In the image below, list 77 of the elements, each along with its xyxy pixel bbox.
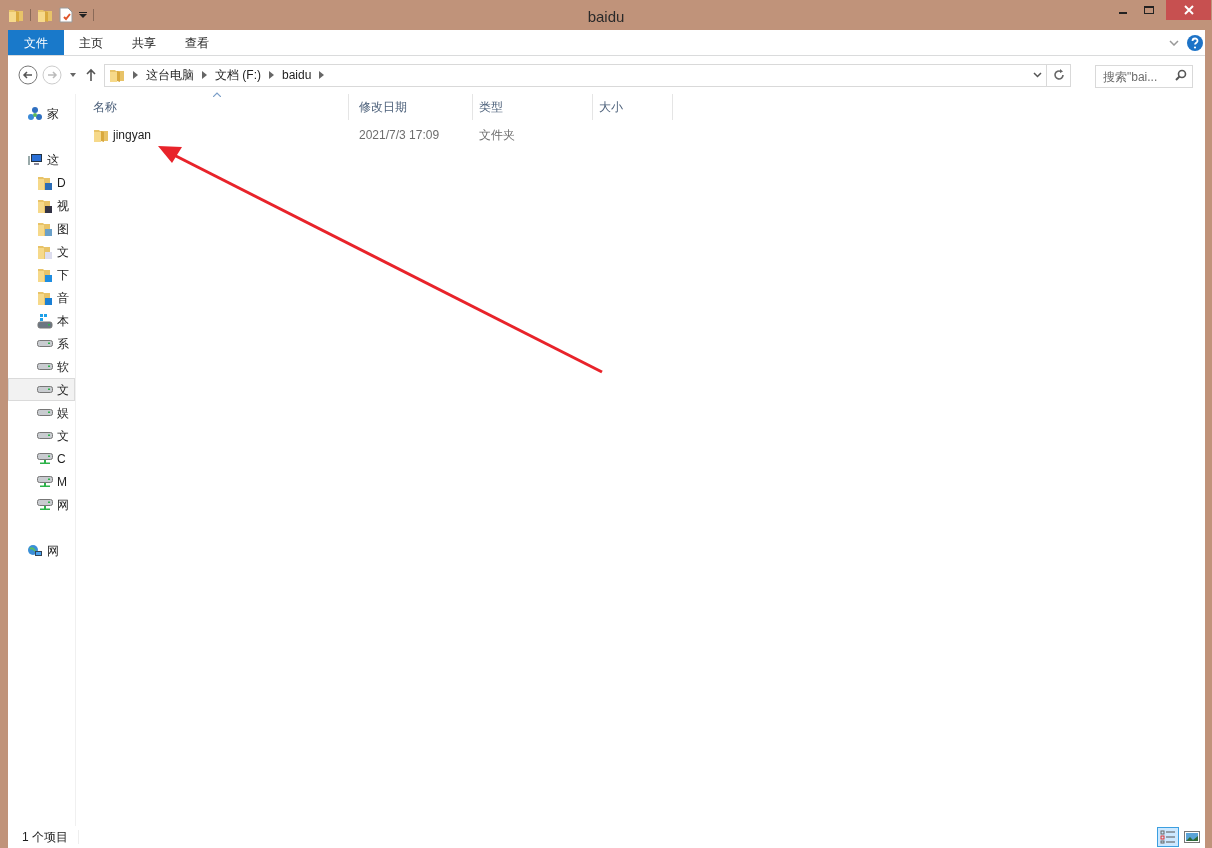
- nav-item[interactable]: 网: [8, 493, 75, 516]
- modified-date: 2021/7/3 17:09: [358, 127, 441, 144]
- network-drive-icon: [37, 453, 53, 464]
- nav-item[interactable]: M: [8, 470, 75, 493]
- ribbon-tab[interactable]: 主页: [64, 30, 117, 55]
- network-drive-icon: [37, 499, 53, 510]
- expand-ribbon-icon[interactable]: [1169, 39, 1179, 46]
- download-folder-icon: [37, 266, 53, 283]
- close-button[interactable]: [1166, 0, 1211, 20]
- nav-item[interactable]: C: [8, 447, 75, 470]
- nav-item[interactable]: 视: [8, 194, 75, 217]
- file-type: 文件夹: [478, 127, 516, 144]
- column-header[interactable]: 修改日期: [353, 94, 473, 120]
- folder-icon: [37, 7, 53, 23]
- dropdown-icon[interactable]: [1033, 72, 1042, 78]
- close-icon: [1183, 5, 1194, 15]
- item-count: 1 个项目: [22, 829, 68, 846]
- refresh-button[interactable]: [1047, 63, 1071, 87]
- nav-item[interactable]: 网: [8, 539, 75, 562]
- network-drive-icon: [37, 476, 53, 487]
- drive-icon: [37, 432, 53, 439]
- nav-item[interactable]: 文: [8, 240, 75, 263]
- computer-icon: [27, 151, 43, 168]
- caret-icon[interactable]: [79, 12, 87, 18]
- folder-icon: [109, 67, 125, 83]
- file-menu-tab[interactable]: 文件: [8, 30, 64, 55]
- breadcrumb[interactable]: 文档 (F:): [215, 66, 261, 84]
- homegroup-icon: [27, 105, 43, 122]
- search-icon: [1175, 68, 1187, 81]
- nav-item[interactable]: 软: [8, 355, 75, 378]
- address-bar[interactable]: 这台电脑 文档 (F:) baidu: [104, 63, 1047, 87]
- nav-item[interactable]: 家: [8, 102, 75, 125]
- up-icon[interactable]: [84, 68, 98, 82]
- nav-item[interactable]: D: [8, 171, 75, 194]
- properties-icon[interactable]: [59, 7, 73, 23]
- ribbon-tab[interactable]: 共享: [117, 30, 170, 55]
- nav-item[interactable]: 下: [8, 263, 75, 286]
- help-icon[interactable]: [1187, 34, 1203, 51]
- nav-item[interactable]: 音: [8, 286, 75, 309]
- desktop-folder-icon: [37, 174, 53, 191]
- column-header[interactable]: 大小: [593, 94, 673, 120]
- breadcrumb[interactable]: baidu: [282, 66, 312, 84]
- chevron-right-icon[interactable]: [133, 71, 138, 79]
- system-drive-icon: [37, 312, 53, 329]
- nav-item[interactable]: 文: [8, 378, 75, 401]
- nav-item[interactable]: 这: [8, 148, 75, 171]
- back-icon[interactable]: [18, 65, 38, 85]
- file-name: jingyan: [113, 127, 152, 144]
- chevron-right-icon[interactable]: [202, 71, 207, 79]
- document-folder-icon: [37, 243, 53, 260]
- chevron-right-icon[interactable]: [319, 71, 325, 79]
- column-header[interactable]: 类型: [473, 94, 593, 120]
- drive-icon: [37, 386, 53, 393]
- ribbon-tab[interactable]: 查看: [170, 30, 223, 55]
- nav-item[interactable]: 图: [8, 217, 75, 240]
- search-field[interactable]: 搜索"bai...: [1095, 65, 1193, 88]
- refresh-icon: [1052, 69, 1065, 81]
- nav-item[interactable]: 本: [8, 309, 75, 332]
- folder-icon: [93, 127, 109, 143]
- video-folder-icon: [37, 197, 53, 214]
- nav-item[interactable]: 娱: [8, 401, 75, 424]
- picture-folder-icon: [37, 220, 53, 237]
- chevron-right-icon[interactable]: [269, 71, 274, 79]
- details-view-button[interactable]: [1157, 827, 1179, 847]
- drive-icon: [37, 363, 53, 370]
- breadcrumb[interactable]: 这台电脑: [146, 66, 194, 84]
- drive-icon: [37, 409, 53, 416]
- sort-ascending-icon: [213, 92, 221, 97]
- window-title: baidu: [587, 7, 625, 27]
- column-header[interactable]: 名称: [87, 94, 349, 120]
- music-folder-icon: [37, 289, 53, 306]
- file-row[interactable]: jingyan 2021/7/3 17:09 文件夹: [87, 123, 677, 147]
- nav-item[interactable]: 文: [8, 424, 75, 447]
- nav-item[interactable]: 系: [8, 332, 75, 355]
- folder-icon: [8, 7, 24, 23]
- drive-icon: [37, 340, 53, 347]
- network-icon: [27, 542, 43, 559]
